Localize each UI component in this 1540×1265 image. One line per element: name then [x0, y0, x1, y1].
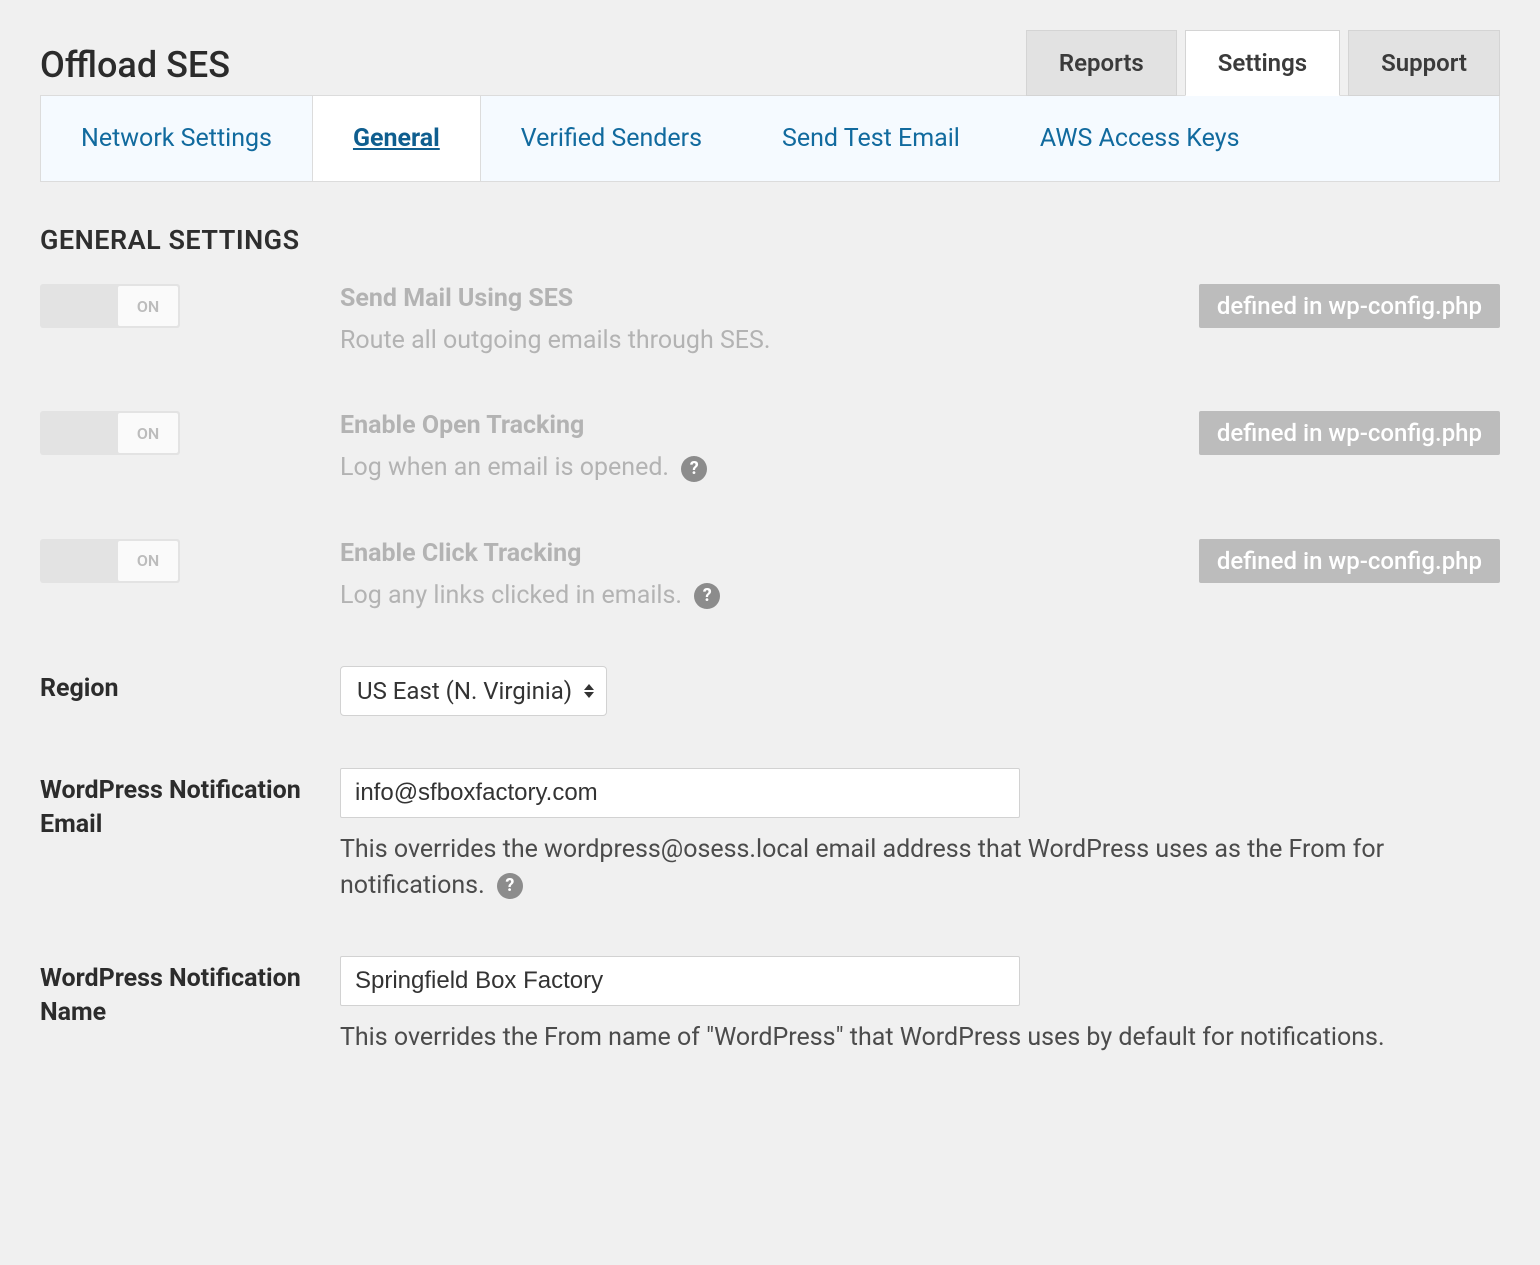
setting-desc: Log any links clicked in emails. ? — [340, 578, 1140, 614]
tab-settings[interactable]: Settings — [1185, 30, 1340, 96]
section-title: GENERAL SETTINGS — [40, 224, 1500, 256]
setting-send-mail-ses: ON Send Mail Using SES Route all outgoin… — [40, 284, 1500, 359]
setting-title: Send Mail Using SES — [340, 284, 1140, 313]
notification-email-help: This overrides the wordpress@osess.local… — [340, 832, 1400, 905]
defined-badge: defined in wp-config.php — [1199, 539, 1500, 583]
subtab-verified-senders[interactable]: Verified Senders — [481, 96, 742, 181]
notification-name-input[interactable] — [340, 956, 1020, 1006]
subtab-send-test-email[interactable]: Send Test Email — [742, 96, 1000, 181]
help-icon[interactable]: ? — [681, 456, 707, 482]
subtab-aws-access-keys[interactable]: AWS Access Keys — [1000, 96, 1280, 181]
setting-click-tracking: ON Enable Click Tracking Log any links c… — [40, 539, 1500, 614]
setting-title: Enable Open Tracking — [340, 411, 1140, 440]
setting-notification-email: WordPress Notification Email This overri… — [40, 768, 1500, 905]
sub-nav: Network Settings General Verified Sender… — [40, 95, 1500, 182]
region-value: US East (N. Virginia) — [357, 677, 572, 705]
defined-badge: defined in wp-config.php — [1199, 411, 1500, 455]
tab-support[interactable]: Support — [1348, 30, 1500, 96]
tab-reports[interactable]: Reports — [1026, 30, 1177, 96]
subtab-general[interactable]: General — [312, 96, 481, 181]
toggle-open-tracking[interactable]: ON — [40, 411, 180, 455]
notification-name-help: This overrides the From name of "WordPre… — [340, 1020, 1400, 1056]
toggle-knob: ON — [118, 541, 178, 581]
notification-email-input[interactable] — [340, 768, 1020, 818]
page-title: Offload SES — [40, 44, 230, 96]
setting-desc-text: Log any links clicked in emails. — [340, 581, 682, 610]
setting-title: Enable Click Tracking — [340, 539, 1140, 568]
setting-desc: Route all outgoing emails through SES. — [340, 323, 1140, 359]
main-tabs: Reports Settings Support — [1026, 30, 1500, 96]
defined-badge: defined in wp-config.php — [1199, 284, 1500, 328]
setting-open-tracking: ON Enable Open Tracking Log when an emai… — [40, 411, 1500, 486]
help-text: This overrides the From name of "WordPre… — [340, 1023, 1385, 1052]
setting-desc: Log when an email is opened. ? — [340, 450, 1140, 486]
toggle-knob: ON — [118, 286, 178, 326]
notification-email-label: WordPress Notification Email — [40, 768, 340, 842]
setting-region: Region US East (N. Virginia) — [40, 666, 1500, 716]
select-caret-icon — [584, 684, 594, 698]
setting-desc-text: Log when an email is opened. — [340, 453, 669, 482]
help-icon[interactable]: ? — [497, 873, 523, 899]
toggle-send-mail-ses[interactable]: ON — [40, 284, 180, 328]
subtab-network-settings[interactable]: Network Settings — [41, 96, 312, 181]
help-text: This overrides the wordpress@osess.local… — [340, 835, 1384, 900]
help-icon[interactable]: ? — [694, 583, 720, 609]
toggle-click-tracking[interactable]: ON — [40, 539, 180, 583]
notification-name-label: WordPress Notification Name — [40, 956, 340, 1030]
region-label: Region — [40, 666, 340, 706]
region-select[interactable]: US East (N. Virginia) — [340, 666, 607, 716]
setting-notification-name: WordPress Notification Name This overrid… — [40, 956, 1500, 1056]
toggle-knob: ON — [118, 413, 178, 453]
